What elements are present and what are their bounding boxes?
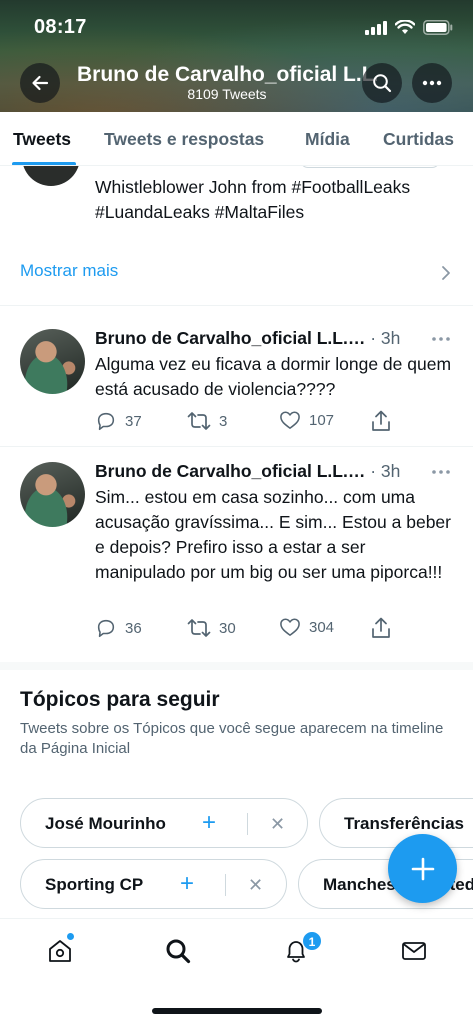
tab-tweets-and-replies[interactable]: Tweets e respostas	[104, 129, 264, 150]
notifications-badge: 1	[302, 931, 322, 951]
like-count: 107	[309, 411, 335, 429]
topics-subtitle: Tweets sobre os Tópicos que você segue a…	[20, 720, 444, 757]
messages-mail-icon	[402, 942, 426, 960]
tab-media[interactable]: Mídia	[305, 129, 350, 150]
bottom-navigation: 1	[0, 918, 473, 1024]
retweet-icon	[187, 412, 211, 430]
like-count: 304	[309, 618, 335, 636]
compose-plus-icon	[411, 857, 434, 880]
retweet-count: 3	[219, 412, 228, 430]
more-icon	[422, 80, 442, 86]
dismiss-topic-close-icon[interactable]: ✕	[270, 813, 285, 835]
like-icon	[280, 411, 300, 429]
tweet-item[interactable]: Bruno de Carvalho_oficial L.L.… · 3h Alg…	[0, 306, 473, 447]
pinned-follow-button[interactable]	[300, 166, 440, 168]
retweet-button[interactable]: 30	[187, 617, 236, 639]
bio-text: Whistleblower John from #FootballLeaks #…	[95, 177, 411, 222]
tweet-time: 3h	[380, 328, 401, 348]
author-name[interactable]: Bruno de Carvalho_oficial L.L.…	[95, 328, 365, 348]
reply-button[interactable]: 37	[95, 410, 142, 432]
home-indicator	[152, 1008, 322, 1014]
tweet-item[interactable]: Bruno de Carvalho_oficial L.L.… · 3h Sim…	[0, 447, 473, 662]
tweet-text: Sim... estou em casa sozinho... com uma …	[95, 487, 451, 582]
topic-chip[interactable]: Sporting CP + ✕	[20, 859, 287, 909]
tweet-header: Bruno de Carvalho_oficial L.L.… · 3h	[95, 461, 401, 481]
topic-chip[interactable]: Transferências	[319, 798, 473, 848]
chip-divider	[247, 813, 248, 835]
profile-name-title: Bruno de Carvalho_oficial L.L.	[77, 63, 377, 86]
topic-chip-label: Sporting CP	[45, 875, 144, 894]
avatar[interactable]	[20, 462, 85, 527]
timeline: Whistleblower John from #FootballLeaks #…	[0, 166, 473, 918]
topics-title: Tópicos para seguir	[20, 688, 220, 711]
topic-chip-label: Transferências	[344, 814, 465, 833]
tweet-actions: 37 3 107	[95, 410, 395, 432]
retweet-button[interactable]: 3	[187, 410, 227, 432]
signal-icon	[365, 20, 387, 35]
profile-tabs: Tweets Tweets e respostas Mídia Curtidas	[0, 112, 473, 166]
battery-icon	[423, 20, 453, 35]
status-icons	[365, 20, 453, 35]
reply-icon	[97, 619, 115, 638]
author-name[interactable]: Bruno de Carvalho_oficial L.L.…	[95, 461, 365, 481]
like-icon	[280, 618, 300, 636]
nav-explore[interactable]	[158, 933, 198, 969]
reply-count: 37	[125, 412, 142, 430]
back-arrow-icon	[32, 75, 49, 91]
show-more-link[interactable]: Mostrar mais	[20, 261, 118, 281]
share-button[interactable]	[371, 617, 391, 639]
wifi-icon	[395, 20, 415, 34]
back-button[interactable]	[20, 63, 60, 103]
tweet-more-icon[interactable]	[431, 469, 451, 475]
like-button[interactable]: 107	[279, 410, 334, 430]
nav-home[interactable]	[40, 933, 80, 969]
profile-header: 08:17 Bruno de Carvalho_oficial L.L. 810…	[0, 0, 473, 112]
topic-chip-label: José Mourinho	[45, 814, 166, 833]
home-icon	[49, 940, 71, 962]
pinned-avatar[interactable]	[22, 166, 80, 186]
chip-divider	[225, 874, 226, 896]
explore-search-icon	[166, 939, 191, 964]
more-options-button[interactable]	[412, 63, 452, 103]
tweet-time: 3h	[380, 461, 401, 481]
tab-likes[interactable]: Curtidas	[383, 129, 454, 150]
reply-button[interactable]: 36	[95, 617, 142, 639]
tweet-more-icon[interactable]	[431, 336, 451, 342]
reply-icon	[97, 412, 115, 431]
follow-topic-plus-icon[interactable]: +	[202, 811, 216, 835]
follow-topic-plus-icon[interactable]: +	[180, 872, 194, 896]
dismiss-topic-close-icon[interactable]: ✕	[248, 874, 263, 896]
compose-tweet-button[interactable]	[388, 834, 457, 903]
like-button[interactable]: 304	[279, 617, 334, 637]
share-button[interactable]	[371, 410, 391, 432]
reply-count: 36	[125, 619, 142, 637]
retweet-count: 30	[219, 619, 236, 637]
tab-tweets[interactable]: Tweets	[13, 129, 71, 150]
tweet-header: Bruno de Carvalho_oficial L.L.… · 3h	[95, 328, 401, 348]
tweet-actions: 36 30 304	[95, 617, 395, 639]
avatar[interactable]	[20, 329, 85, 394]
share-icon	[372, 410, 390, 431]
tweet-text: Alguma vez eu ficava a dormir longe de q…	[95, 354, 452, 399]
search-button[interactable]	[362, 63, 402, 103]
retweet-icon	[187, 619, 211, 637]
chevron-right-icon	[442, 266, 450, 280]
topic-chip[interactable]: José Mourinho + ✕	[20, 798, 308, 848]
section-divider	[0, 662, 473, 670]
show-more-row[interactable]: Mostrar mais	[0, 246, 473, 306]
status-bar: 08:17	[0, 0, 473, 56]
share-icon	[372, 617, 390, 638]
status-time: 08:17	[34, 16, 87, 38]
home-unread-dot	[67, 933, 74, 940]
search-icon	[373, 74, 392, 93]
tweet-count: 8109 Tweets	[187, 86, 267, 102]
nav-messages[interactable]	[394, 933, 434, 969]
